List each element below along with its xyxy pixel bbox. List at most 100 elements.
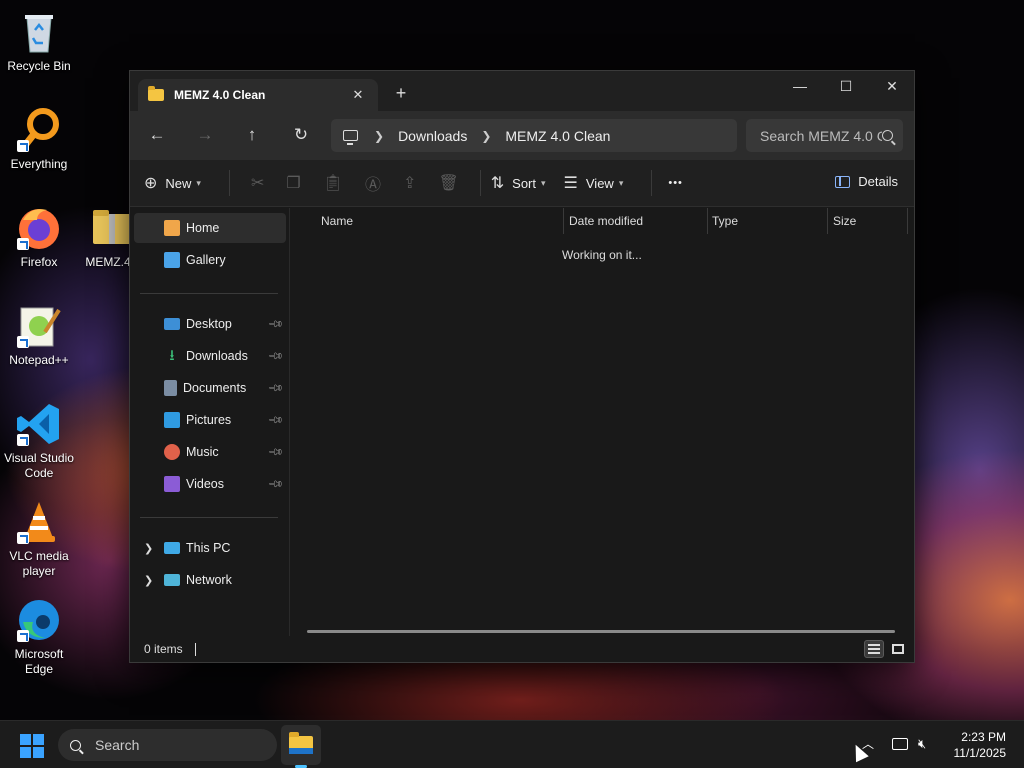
pin-icon[interactable]: 📌︎ — [267, 316, 284, 333]
chevron-right-icon[interactable]: ❯ — [144, 542, 153, 555]
view-button[interactable]: ☰ View ▾ — [564, 173, 624, 193]
chevron-right-icon[interactable]: ❯ — [374, 129, 384, 143]
tab-memz-clean[interactable]: MEMZ 4.0 Clean ✕ — [138, 79, 378, 111]
delete-icon[interactable]: 🗑︎ — [438, 173, 458, 193]
sidebar-item-downloads[interactable]: ⭳ Downloads 📌︎ — [134, 341, 286, 371]
column-header-type[interactable]: Type — [682, 208, 802, 234]
search-input[interactable]: Search MEMZ 4.0 Clean — [746, 119, 903, 152]
sort-button[interactable]: ⇅ Sort ▾ — [491, 173, 546, 193]
this-pc-icon — [164, 542, 180, 554]
sidebar-item-desktop[interactable]: Desktop 📌︎ — [134, 309, 286, 339]
sidebar-item-label: Home — [186, 221, 220, 235]
minimize-button[interactable]: — — [777, 71, 823, 101]
divider — [479, 170, 481, 196]
start-button[interactable] — [20, 734, 44, 758]
share-icon[interactable]: ⇪ — [403, 173, 416, 193]
column-header-date-modified[interactable]: Date modified — [539, 208, 683, 234]
desktop-icon-label: Recycle Bin — [7, 59, 71, 73]
sidebar-divider — [140, 517, 278, 518]
sidebar-item-label: Gallery — [186, 253, 226, 267]
chevron-down-icon: ▾ — [196, 177, 201, 188]
paste-icon[interactable]: 📋︎ — [323, 173, 343, 193]
shortcut-arrow-icon — [17, 336, 29, 348]
display-icon[interactable] — [892, 738, 908, 750]
column-header-name[interactable]: Name — [291, 208, 563, 234]
refresh-button[interactable]: ↻ — [290, 125, 312, 147]
shortcut-arrow-icon — [17, 630, 29, 642]
sidebar-item-pictures[interactable]: Pictures 📌︎ — [134, 405, 286, 435]
desktop-icon-everything[interactable]: Everything — [0, 106, 78, 172]
sidebar-item-this-pc[interactable]: ❯ This PC — [134, 533, 286, 563]
desktop-icon-firefox[interactable]: Firefox — [0, 204, 78, 270]
details-pane-icon — [835, 175, 851, 188]
sidebar-item-home[interactable]: Home — [134, 213, 286, 243]
column-header-size[interactable]: Size — [803, 208, 883, 234]
vlc-icon — [15, 498, 63, 546]
volume-muted-icon[interactable]: 🔇︎ — [918, 736, 926, 752]
sidebar-item-label: Desktop — [186, 317, 232, 331]
desktop-icon-recycle-bin[interactable]: Recycle Bin — [0, 8, 78, 74]
new-label: New — [165, 175, 192, 191]
chevron-right-icon[interactable]: ❯ — [481, 129, 491, 143]
up-button[interactable]: ↑ — [241, 125, 263, 147]
pin-icon[interactable]: 📌︎ — [267, 476, 284, 493]
desktop-icon-label: Microsoft Edge — [14, 647, 64, 676]
desktop-icon-label: Everything — [10, 157, 68, 171]
gallery-icon — [164, 252, 180, 268]
maximize-button[interactable]: ☐ — [823, 71, 869, 101]
close-button[interactable]: ✕ — [869, 71, 915, 101]
this-pc-icon[interactable] — [343, 130, 358, 145]
horizontal-scrollbar[interactable] — [307, 630, 895, 633]
pin-icon[interactable]: 📌︎ — [267, 444, 284, 461]
breadcrumb[interactable]: ❯ Downloads ❯ MEMZ 4.0 Clean — [331, 119, 737, 152]
desktop-icon-edge[interactable]: Microsoft Edge — [0, 596, 78, 677]
sidebar-item-gallery[interactable]: Gallery — [134, 245, 286, 275]
column-divider[interactable] — [907, 208, 908, 234]
home-icon — [164, 220, 180, 236]
taskbar: Search ︿ 🔇︎ 2:23 PM 11/1/2025 — [0, 720, 1024, 768]
tab-title: MEMZ 4.0 Clean — [174, 88, 266, 102]
sidebar-item-label: Pictures — [186, 413, 232, 427]
back-button[interactable]: ← — [146, 125, 168, 147]
forward-button[interactable]: → — [194, 125, 216, 147]
tab-close-button[interactable]: ✕ — [348, 87, 368, 103]
desktop-icon-label: Firefox — [20, 255, 58, 269]
sidebar-item-videos[interactable]: Videos 📌︎ — [134, 469, 286, 499]
details-view-button[interactable] — [864, 640, 884, 658]
more-options-icon[interactable]: ••• — [668, 177, 683, 189]
item-count: 0 items — [144, 642, 183, 656]
command-bar: ⊕ New ▾ ✂ ❐ 📋︎ Ⓐ ⇪ 🗑︎ ⇅ Sort ▾ ☰ View ▾ … — [130, 160, 914, 207]
copy-icon[interactable]: ❐ — [286, 173, 300, 193]
rename-icon[interactable]: Ⓐ — [365, 171, 381, 195]
sidebar-item-music[interactable]: Music 📌︎ — [134, 437, 286, 467]
cut-icon[interactable]: ✂ — [251, 173, 264, 193]
system-clock[interactable]: 2:23 PM 11/1/2025 — [954, 729, 1007, 761]
search-icon — [882, 130, 893, 141]
desktop-icon-vlc[interactable]: VLC media player — [0, 498, 78, 579]
desktop-icon-vscode[interactable]: Visual Studio Code — [0, 400, 78, 481]
title-bar[interactable]: MEMZ 4.0 Clean ✕ + — ☐ ✕ — [130, 71, 914, 111]
recycle-bin-icon — [15, 8, 63, 56]
folder-icon — [148, 86, 164, 101]
shortcut-arrow-icon — [17, 140, 29, 152]
breadcrumb-memz-clean[interactable]: MEMZ 4.0 Clean — [505, 128, 610, 144]
new-button[interactable]: ⊕ New ▾ — [144, 173, 201, 193]
taskbar-search[interactable]: Search — [58, 729, 277, 761]
details-button[interactable]: Details — [835, 174, 898, 189]
network-icon — [164, 574, 180, 586]
file-list[interactable]: Name Date modified Type Size Working on … — [291, 208, 914, 638]
taskbar-file-explorer[interactable] — [281, 725, 321, 765]
sort-icon: ⇅ — [490, 175, 505, 192]
large-icons-view-button[interactable] — [888, 640, 908, 658]
breadcrumb-downloads[interactable]: Downloads — [398, 128, 467, 144]
desktop-icon-notepadpp[interactable]: Notepad++ — [0, 302, 78, 368]
sidebar-item-network[interactable]: ❯ Network — [134, 565, 286, 595]
pin-icon[interactable]: 📌︎ — [267, 380, 284, 397]
pin-icon[interactable]: 📌︎ — [267, 412, 284, 429]
pin-icon[interactable]: 📌︎ — [267, 348, 284, 365]
desktop-icon-label: VLC media player — [9, 549, 69, 578]
new-tab-button[interactable]: + — [390, 83, 412, 104]
chevron-right-icon[interactable]: ❯ — [144, 574, 153, 587]
address-bar-row: ← → ↑ ↻ ❯ Downloads ❯ MEMZ 4.0 Clean Sea… — [130, 111, 914, 160]
sidebar-item-documents[interactable]: Documents 📌︎ — [134, 373, 286, 403]
